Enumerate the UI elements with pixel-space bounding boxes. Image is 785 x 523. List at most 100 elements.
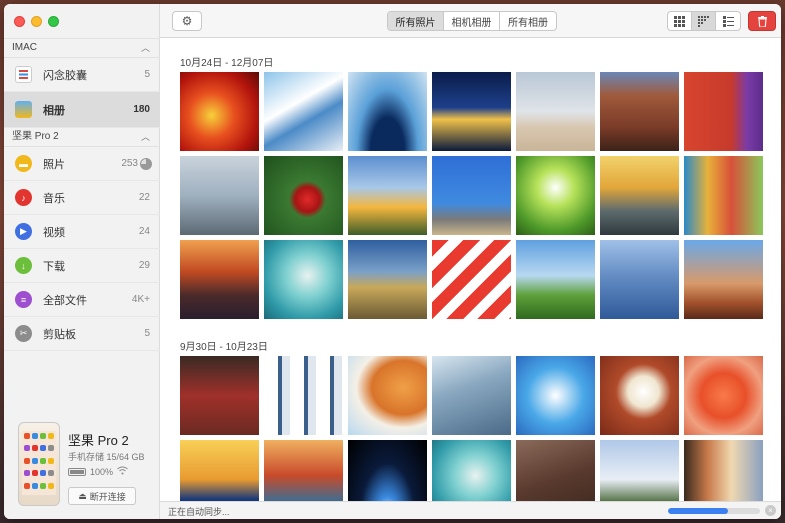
photo-thumbnail[interactable]: [600, 240, 679, 319]
settings-button[interactable]: ⚙: [172, 11, 202, 31]
sidebar-item-label: 剪贴板: [43, 328, 76, 341]
phone-app-icon: [32, 445, 38, 452]
photo-thumbnail[interactable]: [684, 240, 763, 319]
photo-thumbnail[interactable]: [432, 356, 511, 435]
photo-thumbnail[interactable]: [600, 72, 679, 151]
phone-app-icon: [48, 482, 54, 489]
sidebar-item-capsule[interactable]: 闪念胶囊 5: [4, 58, 160, 92]
phone-screen: [22, 431, 56, 495]
trash-icon: [757, 15, 767, 27]
phone-app-icon: [24, 482, 30, 489]
app-window: IMAC ︿ 闪念胶囊 5 相册 180 坚果 Pro 2 ︿ ▬ 照片 253: [4, 4, 781, 519]
sidebar-item-label: 照片: [43, 158, 65, 171]
device-storage: 手机存储 15/64 GB: [68, 452, 145, 462]
sidebar-item-video[interactable]: ▶ 视频 24: [4, 215, 160, 249]
view-small-grid-button[interactable]: [692, 12, 716, 30]
photo-thumbnail[interactable]: [264, 72, 343, 151]
close-window-button[interactable]: [14, 16, 25, 27]
sidebar-item-label: 闪念胶囊: [43, 69, 87, 82]
sidebar-item-all-files[interactable]: ≡ 全部文件 4K+: [4, 283, 160, 317]
sidebar-item-photos[interactable]: ▬ 照片 253: [4, 147, 160, 181]
clipboard-icon: ✂: [15, 325, 32, 342]
phone-app-icon: [40, 482, 46, 489]
photo-icon: ▬: [15, 155, 32, 172]
photo-thumbnail[interactable]: [348, 356, 427, 435]
sidebar-item-album[interactable]: 相册 180: [4, 92, 160, 128]
tab-all-photos[interactable]: 所有照片: [388, 12, 444, 30]
photo-thumbnail[interactable]: [180, 72, 259, 151]
photo-thumbnail[interactable]: [516, 156, 595, 235]
phone-app-icon: [48, 433, 54, 439]
sidebar-item-label: 视频: [43, 226, 65, 239]
sidebar-item-label: 音乐: [43, 192, 65, 205]
photo-thumbnail[interactable]: [180, 240, 259, 319]
section-title: IMAC: [12, 42, 37, 53]
tab-all-albums[interactable]: 所有相册: [500, 12, 556, 30]
device-card: 坚果 Pro 2 手机存储 15/64 GB 100% ⏏ 断开连接: [4, 412, 160, 519]
sidebar-item-label: 相册: [43, 104, 65, 117]
phone-app-icon: [32, 470, 38, 477]
photo-thumbnail[interactable]: [432, 72, 511, 151]
phone-image: [18, 422, 60, 506]
disconnect-button[interactable]: ⏏ 断开连接: [68, 487, 136, 505]
wifi-icon: [117, 466, 128, 477]
maximize-window-button[interactable]: [48, 16, 59, 27]
photo-thumbnail[interactable]: [180, 356, 259, 435]
section-header-imac[interactable]: IMAC ︿: [4, 39, 160, 57]
sidebar-item-count: 4K+: [131, 294, 150, 305]
stop-sync-button[interactable]: ×: [765, 505, 776, 516]
sidebar-item-count: 5: [144, 69, 150, 80]
photo-thumbnail[interactable]: [516, 240, 595, 319]
photo-thumbnail[interactable]: [684, 156, 763, 235]
sidebar-item-count: 29: [138, 260, 150, 271]
photo-thumbnail[interactable]: [600, 156, 679, 235]
phone-app-icon: [48, 445, 54, 452]
sidebar-item-clipboard[interactable]: ✂ 剪贴板 5: [4, 317, 160, 351]
section-title: 坚果 Pro 2: [12, 131, 59, 142]
phone-app-icon: [24, 445, 30, 452]
photo-thumbnail[interactable]: [600, 356, 679, 435]
phone-app-icon: [40, 445, 46, 452]
chevron-up-icon: ︿: [140, 43, 150, 53]
photo-thumbnail[interactable]: [684, 356, 763, 435]
photo-thumbnail[interactable]: [264, 356, 343, 435]
photo-thumbnail[interactable]: [348, 156, 427, 235]
section-header-device[interactable]: 坚果 Pro 2 ︿: [4, 128, 160, 146]
sidebar-item-downloads[interactable]: ↓ 下载 29: [4, 249, 160, 283]
download-icon: ↓: [15, 257, 32, 274]
large-grid-icon: [674, 15, 685, 27]
photo-thumbnail[interactable]: [432, 240, 511, 319]
photo-thumbnail[interactable]: [264, 240, 343, 319]
photo-thumbnail[interactable]: [180, 156, 259, 235]
sidebar-item-count: 24: [138, 226, 150, 237]
device-name: 坚果 Pro 2: [68, 433, 129, 448]
sidebar-item-count: 253: [121, 158, 138, 169]
photo-thumbnail[interactable]: [348, 240, 427, 319]
sidebar-item-count: 22: [138, 192, 150, 203]
photo-thumbnail[interactable]: [516, 72, 595, 151]
date-range-header: 10月24日 - 12月07日: [180, 58, 274, 69]
minimize-window-button[interactable]: [31, 16, 42, 27]
sync-progress-fill: [668, 508, 728, 514]
tab-camera-roll[interactable]: 相机相册: [444, 12, 500, 30]
sync-progress-bar: [668, 508, 760, 514]
photo-thumbnail[interactable]: [684, 72, 763, 151]
sync-status: 正在自动同步...: [168, 507, 230, 517]
photo-thumbnail[interactable]: [264, 156, 343, 235]
toolbar: ⚙ 所有照片 相机相册 所有相册: [160, 4, 781, 38]
photo-thumbnail[interactable]: [432, 156, 511, 235]
phone-app-icon: [32, 482, 38, 489]
sidebar-item-music[interactable]: ♪ 音乐 22: [4, 181, 160, 215]
list-icon: [722, 15, 734, 27]
gear-icon: ⚙: [181, 14, 193, 28]
delete-button[interactable]: [748, 11, 776, 31]
photo-thumbnail[interactable]: [516, 356, 595, 435]
sidebar-item-label: 下载: [43, 260, 65, 273]
eject-icon: ⏏: [78, 490, 87, 501]
video-icon: ▶: [15, 223, 32, 240]
view-large-grid-button[interactable]: [668, 12, 692, 30]
photo-thumbnail[interactable]: [348, 72, 427, 151]
view-list-button[interactable]: [716, 12, 740, 30]
phone-app-icon: [40, 470, 46, 477]
capsule-icon: [15, 66, 32, 83]
